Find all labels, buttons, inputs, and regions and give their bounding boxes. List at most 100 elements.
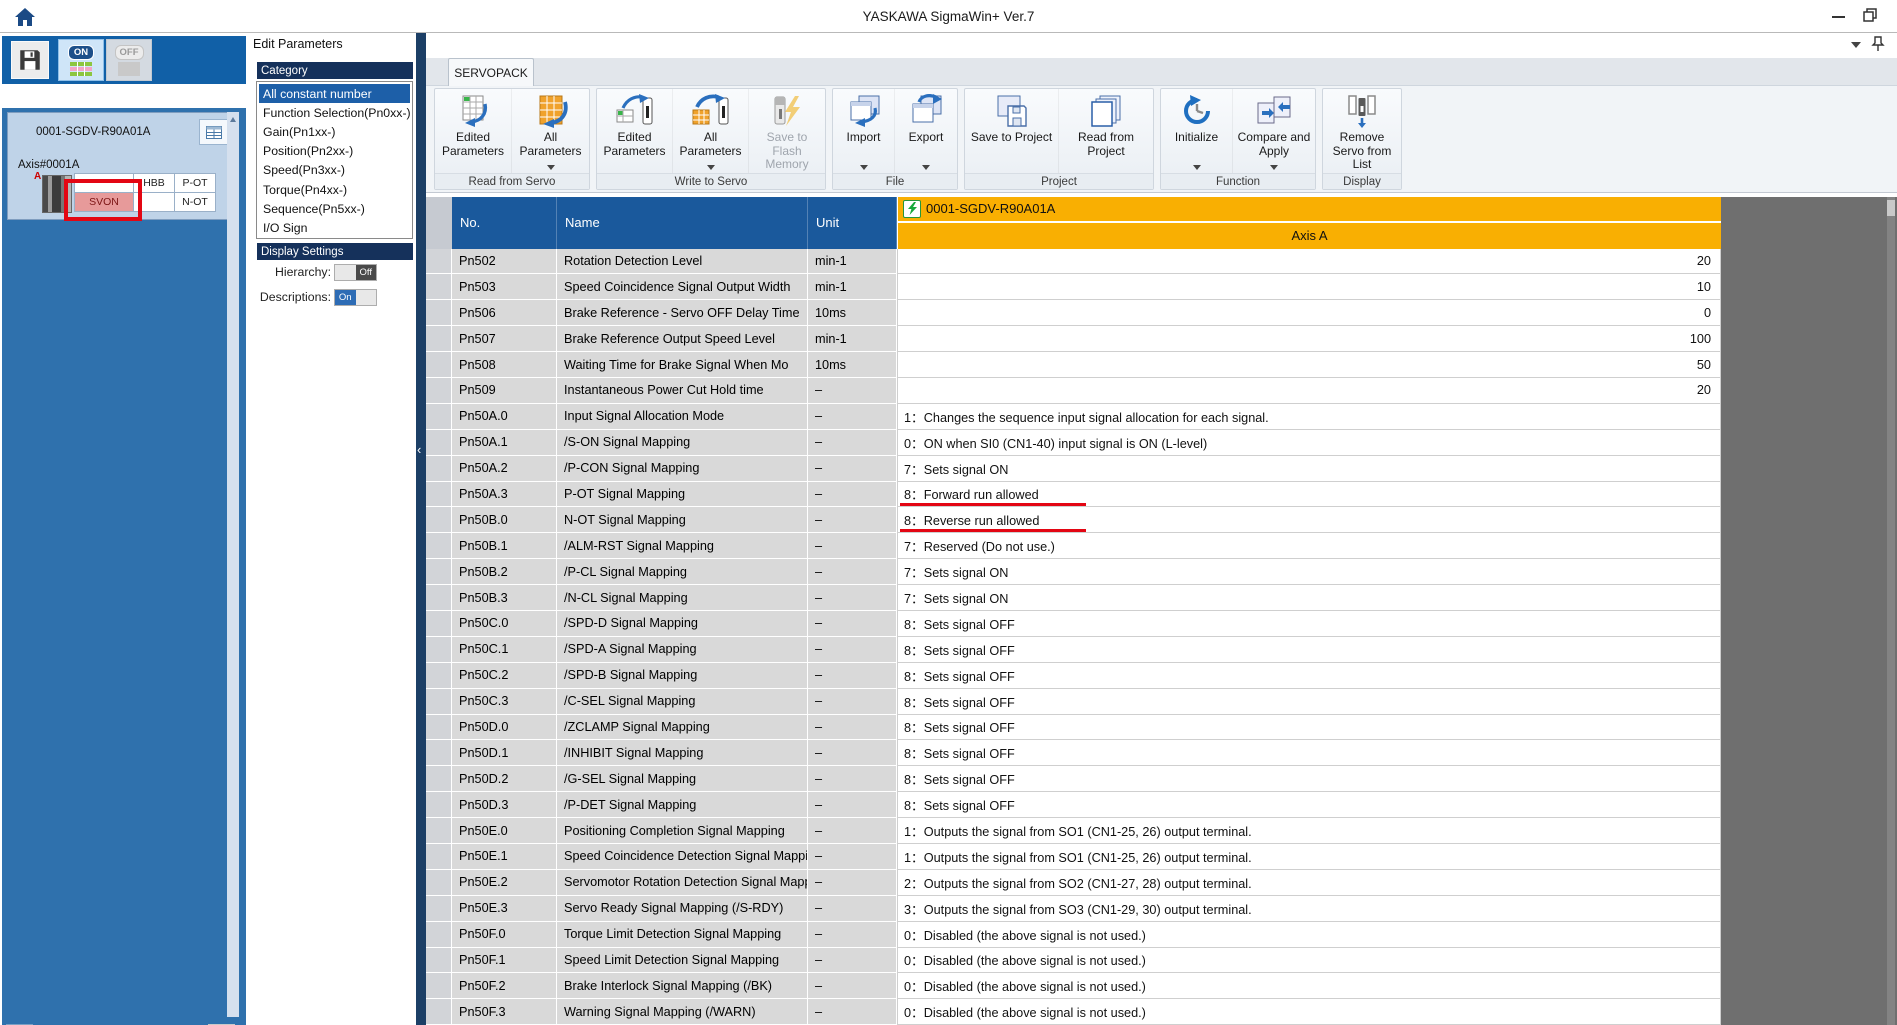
param-value-cell[interactable]: 0 <box>897 300 1721 327</box>
dropdown-caret-icon[interactable] <box>922 165 930 170</box>
param-value-cell[interactable]: 20 <box>897 248 1721 275</box>
row-selector-cell[interactable] <box>426 843 452 870</box>
param-name-cell[interactable]: Speed Limit Detection Signal Mapping <box>557 947 808 974</box>
compare-and-apply-button[interactable]: Compare and Apply <box>1233 89 1315 173</box>
param-no-cell[interactable]: Pn503 <box>452 274 557 301</box>
row-selector-cell[interactable] <box>426 999 452 1025</box>
param-value-cell[interactable]: 8：Sets signal OFF <box>897 766 1721 793</box>
scrollbar-thumb[interactable] <box>1887 200 1895 216</box>
param-no-cell[interactable]: Pn50D.1 <box>452 740 557 767</box>
read-all-parameters-button[interactable]: All Parameters <box>512 89 589 173</box>
param-value-cell[interactable]: 1：Changes the sequence input signal allo… <box>897 403 1721 430</box>
param-no-cell[interactable]: Pn50B.0 <box>452 507 557 534</box>
column-header-name[interactable]: Name <box>557 197 808 249</box>
row-selector-cell[interactable] <box>426 352 452 378</box>
row-selector-cell[interactable] <box>426 973 452 1000</box>
panel-splitter[interactable]: ‹ <box>416 33 426 1025</box>
param-name-cell[interactable]: Brake Reference - Servo OFF Delay Time <box>557 300 808 327</box>
param-name-cell[interactable]: Brake Reference Output Speed Level <box>557 326 808 353</box>
vertical-scrollbar[interactable] <box>1887 197 1895 1025</box>
read-edited-parameters-button[interactable]: Edited Parameters <box>435 89 512 173</box>
row-selector-cell[interactable] <box>426 326 452 353</box>
param-value-cell[interactable]: 8：Sets signal OFF <box>897 662 1721 689</box>
param-no-cell[interactable]: Pn50E.1 <box>452 843 557 870</box>
param-value-cell[interactable]: 1：Outputs the signal from SO1 (CN1-25, 2… <box>897 843 1721 870</box>
param-name-cell[interactable]: /P-CL Signal Mapping <box>557 559 808 586</box>
row-selector-cell[interactable] <box>426 818 452 844</box>
param-value-cell[interactable]: 1：Outputs the signal from SO1 (CN1-25, 2… <box>897 818 1721 844</box>
param-no-cell[interactable]: Pn50B.1 <box>452 533 557 560</box>
param-no-cell[interactable]: Pn509 <box>452 377 557 404</box>
param-name-cell[interactable]: /SPD-A Signal Mapping <box>557 636 808 663</box>
param-no-cell[interactable]: Pn50E.0 <box>452 818 557 844</box>
param-name-cell[interactable]: Servo Ready Signal Mapping (/S-RDY) <box>557 895 808 922</box>
param-value-cell[interactable]: 8：Sets signal OFF <box>897 610 1721 637</box>
param-name-cell[interactable]: /ZCLAMP Signal Mapping <box>557 714 808 741</box>
param-name-cell[interactable]: Waiting Time for Brake Signal When Mo <box>557 352 808 378</box>
restore-button[interactable] <box>1863 8 1877 27</box>
toggle-state[interactable]: On <box>335 289 356 305</box>
row-selector-cell[interactable] <box>426 662 452 689</box>
row-selector-cell[interactable] <box>426 533 452 560</box>
toggle-off-side[interactable] <box>335 264 356 280</box>
scroll-up-icon[interactable] <box>230 117 236 122</box>
param-no-cell[interactable]: Pn50C.2 <box>452 662 557 689</box>
row-selector-cell[interactable] <box>426 766 452 793</box>
param-value-cell[interactable]: 3：Outputs the signal from SO3 (CN1-29, 3… <box>897 895 1721 922</box>
param-name-cell[interactable]: /ALM-RST Signal Mapping <box>557 533 808 560</box>
remove-servo-from-list-button[interactable]: Remove Servo from List <box>1323 89 1401 173</box>
param-value-cell[interactable]: 8：Sets signal OFF <box>897 714 1721 741</box>
category-item[interactable]: Speed(Pn3xx-) <box>259 161 410 180</box>
dropdown-caret-icon[interactable] <box>1270 165 1278 170</box>
row-selector-cell[interactable] <box>426 507 452 534</box>
dropdown-caret-icon[interactable] <box>706 165 715 170</box>
row-selector-cell[interactable] <box>426 947 452 974</box>
param-name-cell[interactable]: /P-DET Signal Mapping <box>557 792 808 819</box>
row-selector-cell[interactable] <box>426 248 452 275</box>
collapse-chevron-icon[interactable]: ‹ <box>417 442 421 457</box>
pin-icon[interactable] <box>1871 36 1885 57</box>
export-button[interactable]: Export <box>895 89 957 173</box>
param-no-cell[interactable]: Pn50D.0 <box>452 714 557 741</box>
param-value-cell[interactable]: 0：Disabled (the above signal is not used… <box>897 999 1721 1025</box>
param-no-cell[interactable]: Pn50F.1 <box>452 947 557 974</box>
param-name-cell[interactable]: /G-SEL Signal Mapping <box>557 766 808 793</box>
param-no-cell[interactable]: Pn506 <box>452 300 557 327</box>
category-item[interactable]: Torque(Pn4xx-) <box>259 180 410 199</box>
param-value-cell[interactable]: 7：Sets signal ON <box>897 559 1721 586</box>
param-value-cell[interactable]: 8：Sets signal OFF <box>897 688 1721 715</box>
param-no-cell[interactable]: Pn50A.3 <box>452 481 557 508</box>
chevron-down-icon[interactable] <box>1851 42 1861 48</box>
param-no-cell[interactable]: Pn50C.3 <box>452 688 557 715</box>
param-value-cell[interactable]: 20 <box>897 377 1721 404</box>
row-selector-cell[interactable] <box>426 895 452 922</box>
save-button[interactable] <box>11 41 49 79</box>
save-to-project-button[interactable]: Save to Project <box>965 89 1059 173</box>
param-value-cell[interactable]: 10 <box>897 274 1721 301</box>
read-from-project-button[interactable]: Read from Project <box>1059 89 1153 173</box>
param-no-cell[interactable]: Pn50F.2 <box>452 973 557 1000</box>
param-value-cell[interactable]: 8：Sets signal OFF <box>897 740 1721 767</box>
param-no-cell[interactable]: Pn50E.2 <box>452 869 557 896</box>
row-selector-cell[interactable] <box>426 403 452 430</box>
category-item[interactable]: Position(Pn2xx-) <box>259 142 410 161</box>
row-selector-cell[interactable] <box>426 455 452 482</box>
servo-off-button[interactable]: OFF <box>106 39 152 81</box>
row-selector-cell[interactable] <box>426 377 452 404</box>
param-name-cell[interactable]: Instantaneous Power Cut Hold time <box>557 377 808 404</box>
param-no-cell[interactable]: Pn50F.3 <box>452 999 557 1025</box>
param-no-cell[interactable]: Pn50B.2 <box>452 559 557 586</box>
import-button[interactable]: Import <box>833 89 895 173</box>
param-no-cell[interactable]: Pn50B.3 <box>452 585 557 611</box>
param-name-cell[interactable]: Input Signal Allocation Mode <box>557 403 808 430</box>
param-no-cell[interactable]: Pn507 <box>452 326 557 353</box>
param-name-cell[interactable]: Brake Interlock Signal Mapping (/BK) <box>557 973 808 1000</box>
param-name-cell[interactable]: N-OT Signal Mapping <box>557 507 808 534</box>
param-name-cell[interactable]: /P-CON Signal Mapping <box>557 455 808 482</box>
param-name-cell[interactable]: Warning Signal Mapping (/WARN) <box>557 999 808 1025</box>
param-value-cell[interactable]: 7：Reserved (Do not use.) <box>897 533 1721 560</box>
param-value-cell[interactable]: 8：Reverse run allowed <box>897 507 1721 534</box>
param-no-cell[interactable]: Pn50A.1 <box>452 429 557 456</box>
param-name-cell[interactable]: Rotation Detection Level <box>557 248 808 275</box>
tab-servopack[interactable]: SERVOPACK <box>448 58 534 86</box>
